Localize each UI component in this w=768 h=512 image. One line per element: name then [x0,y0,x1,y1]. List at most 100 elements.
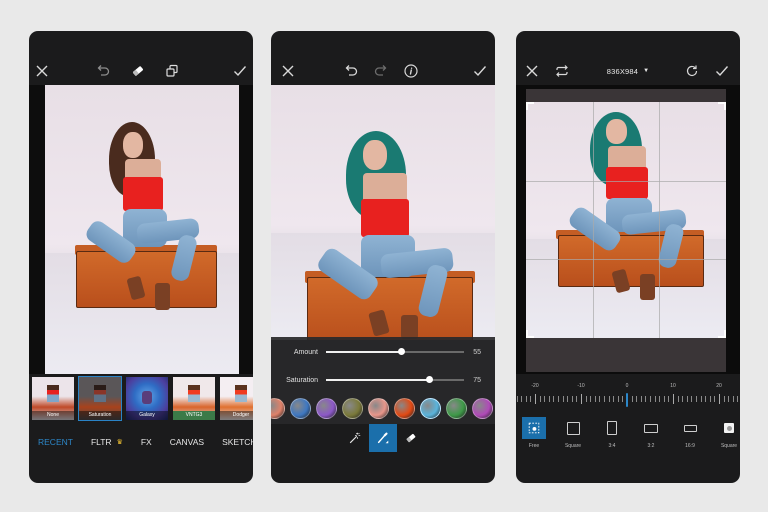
close-icon[interactable] [520,57,544,85]
image-size-dropdown[interactable]: 836X984 ▼ [607,57,650,85]
ruler-tick [737,396,739,402]
ruler-tick [709,396,711,402]
rotate-icon[interactable] [680,57,704,85]
ruler-tick [673,394,674,404]
crop-toolbar: 836X984 ▼ [516,57,740,85]
ruler-tick [558,396,559,402]
flip-icon[interactable] [550,57,574,85]
caret-down-icon: ▼ [643,68,650,74]
close-icon[interactable] [30,57,54,85]
photo[interactable] [526,102,726,338]
ruler-tick [521,396,523,402]
ruler-tick [682,396,684,402]
check-icon[interactable] [468,57,492,85]
ruler-tick [668,396,670,402]
crop-handle-bottom-left[interactable] [526,330,534,338]
filter-label: Galaxy [126,411,168,420]
slider-handle[interactable] [426,376,433,384]
check-icon[interactable] [228,57,252,85]
ratio-3-4[interactable]: 3:4 [599,417,625,449]
ratio-label: 3:4 [608,443,616,449]
check-icon[interactable] [710,57,734,85]
tab-canvas[interactable]: CANVAS [170,437,204,447]
ruler-tick [590,396,592,402]
saturation-slider-row: Saturation 75 [271,373,495,387]
color-swatch[interactable] [290,398,311,419]
slider-label: Saturation [286,376,318,384]
ratio-square-instagram[interactable]: Square [716,417,740,449]
tab-label: CANVAS [169,437,205,447]
filter-none[interactable]: None [31,376,75,421]
effect-category-tabs: RECENT FLTR ♛ FX CANVAS SKETCH [29,432,253,452]
ratio-label: Free [528,443,540,449]
ruler-label: 10 [670,383,676,389]
filter-dodger[interactable]: Dodger [219,376,253,421]
ruler-tick [719,394,720,404]
crop-handle-bottom-right[interactable] [718,330,726,338]
eraser-button[interactable] [397,424,425,452]
ruler-tick [691,396,693,402]
undo-icon[interactable] [91,57,115,85]
redo-icon[interactable] [369,57,393,85]
brush-button[interactable] [369,424,397,452]
magic-wand-button[interactable] [341,424,369,452]
ratio-3-2[interactable]: 3:2 [638,417,664,449]
landscape-icon [644,423,658,433]
ruler-label: 0 [625,383,629,389]
close-icon[interactable] [276,57,300,85]
crown-icon: ♛ [116,439,123,446]
tab-sketch[interactable]: SKETCH [222,437,253,447]
straighten-ruler[interactable]: -20 -10 0 10 20 [516,383,740,415]
color-swatch[interactable] [271,398,285,419]
ruler-tick [585,396,587,402]
ruler-label: -20 [531,383,539,389]
amount-slider[interactable] [326,348,464,356]
grid-line [659,102,661,338]
color-swatch[interactable] [342,398,363,419]
ruler-tick [613,396,615,402]
color-swatch[interactable] [368,398,389,419]
instagram-icon [724,423,734,433]
color-swatch[interactable] [394,398,415,419]
saturation-slider[interactable] [326,376,464,384]
eraser-icon[interactable] [126,57,150,85]
grid-line [526,180,726,182]
ratio-free[interactable]: Free [521,417,547,449]
tab-recent[interactable]: RECENT [38,437,73,447]
ruler-tick [714,396,716,402]
undo-icon[interactable] [339,57,363,85]
ratio-16-9[interactable]: 16:9 [677,417,703,449]
filter-label: VNTG3 [173,411,215,420]
tab-fltr[interactable]: FLTR ♛ [91,437,123,447]
ratio-label: 16:9 [685,443,695,449]
ruler-tick [696,396,697,402]
ruler-indicator[interactable] [626,393,628,407]
color-swatch[interactable] [472,398,493,419]
magic-wand-icon [349,432,361,444]
ratio-label: 3:2 [647,443,655,449]
filter-label: Saturation [79,411,121,420]
color-swatch[interactable] [446,398,467,419]
ratio-square[interactable]: Square [560,417,586,449]
filter-vntg3[interactable]: VNTG3 [172,376,216,421]
color-swatch[interactable] [420,398,441,419]
ruler-tick [650,396,651,402]
filter-saturation[interactable]: Saturation [78,376,122,421]
tab-label: FX [140,437,152,447]
hair-color-screen: Amount 55 Saturation 75 [271,31,495,483]
slider-fill [326,351,402,353]
info-icon[interactable] [399,57,423,85]
tab-label: RECENT [38,437,73,447]
crop-handle-top-left[interactable] [526,102,534,110]
ruler-tick [723,396,725,402]
slider-handle[interactable] [398,348,406,356]
color-swatch[interactable] [316,398,337,419]
crop-screen: 836X984 ▼ -20 -10 0 10 20 Free Square 3:… [516,31,740,483]
layers-icon[interactable] [160,57,184,85]
tab-fx[interactable]: FX [141,437,152,447]
eraser-icon [406,433,416,443]
filter-galaxy[interactable]: Galaxy [125,376,169,421]
effects-toolbar [29,57,253,85]
crop-handle-top-right[interactable] [718,102,726,110]
ruler-tick [567,396,569,402]
